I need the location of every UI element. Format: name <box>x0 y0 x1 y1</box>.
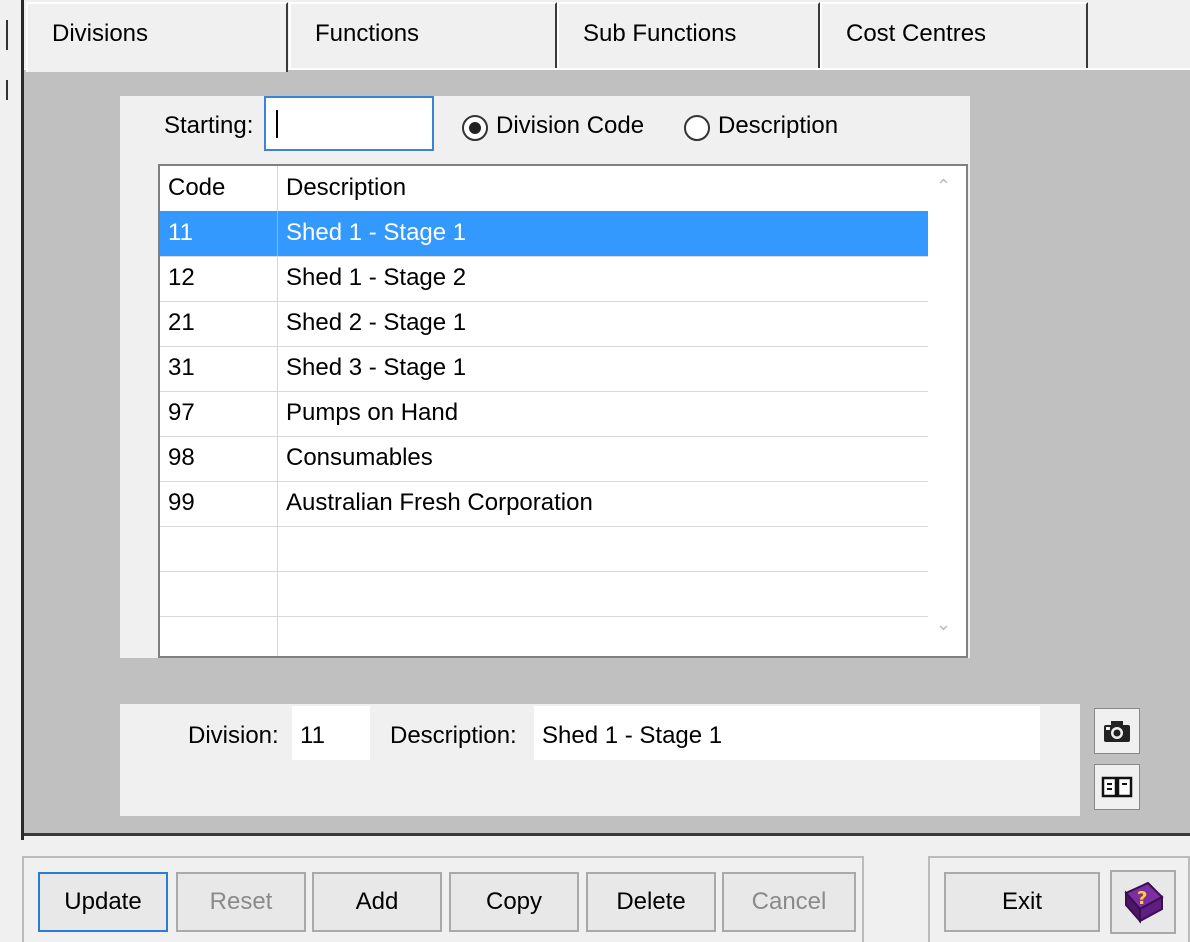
reset-button[interactable]: Reset <box>176 872 306 932</box>
tab-cost-centres[interactable]: Cost Centres <box>820 2 1088 68</box>
cell-code: 99 <box>160 481 278 526</box>
help-book-icon: ? <box>1124 881 1164 924</box>
scroll-up-arrow-icon[interactable]: ⌃ <box>936 176 951 197</box>
division-code-radio-label[interactable]: Division Code <box>496 112 644 140</box>
column-header-code[interactable]: Code <box>160 166 278 211</box>
book-icon <box>1101 776 1133 798</box>
table-row-empty[interactable] <box>160 571 928 617</box>
delete-button[interactable]: Delete <box>586 872 716 932</box>
scroll-down-arrow-icon[interactable]: ⌄ <box>936 614 951 635</box>
table-row[interactable]: 12 Shed 1 - Stage 2 <box>160 256 928 302</box>
cell-code: 97 <box>160 391 278 436</box>
description-radio-label[interactable]: Description <box>718 112 838 140</box>
cell-description <box>278 526 928 571</box>
cell-description: Shed 2 - Stage 1 <box>286 309 467 336</box>
cell-description <box>278 616 928 656</box>
cell-code: 12 <box>160 256 278 301</box>
division-label: Division: <box>188 722 279 749</box>
vertical-scrollbar[interactable] <box>930 166 966 656</box>
table-row[interactable]: 31 Shed 3 - Stage 1 <box>160 346 928 392</box>
cancel-button[interactable]: Cancel <box>722 872 856 932</box>
starting-label: Starting: <box>164 112 254 139</box>
column-header-description[interactable]: Description <box>278 166 928 211</box>
cell-code <box>160 571 278 616</box>
table-row[interactable]: 98 Consumables <box>160 436 928 482</box>
tab-divisions[interactable]: Divisions <box>26 2 288 72</box>
cell-code: 98 <box>160 436 278 481</box>
copy-button[interactable]: Copy <box>449 872 579 932</box>
table-row-empty[interactable] <box>160 526 928 572</box>
division-field[interactable]: 11 <box>292 706 370 760</box>
cell-description: Pumps on Hand <box>286 399 459 426</box>
starting-search-input[interactable] <box>264 96 434 151</box>
svg-text:?: ? <box>1137 888 1147 909</box>
table-header-row: Code Description <box>160 166 928 212</box>
cell-code: 31 <box>160 346 278 391</box>
exit-button[interactable]: Exit <box>944 872 1100 932</box>
cell-code <box>160 616 278 656</box>
table-row[interactable]: 99 Australian Fresh Corporation <box>160 481 928 527</box>
camera-button[interactable] <box>1094 708 1140 754</box>
cell-code: 11 <box>160 211 278 256</box>
cell-description: Shed 1 - Stage 1 <box>286 219 467 246</box>
table-row-empty[interactable] <box>160 616 928 656</box>
description-radio[interactable] <box>684 115 710 141</box>
text-caret <box>276 110 278 138</box>
cell-description: Consumables <box>286 444 433 471</box>
table-row[interactable]: 97 Pumps on Hand <box>160 391 928 437</box>
help-button[interactable]: ? <box>1110 870 1176 934</box>
cell-code <box>160 526 278 571</box>
table-row[interactable]: 11 Shed 1 - Stage 1 <box>160 211 928 257</box>
camera-icon <box>1104 721 1130 742</box>
cell-description: Shed 3 - Stage 1 <box>286 354 467 381</box>
window-edge-mark <box>6 80 8 100</box>
cell-code: 21 <box>160 301 278 346</box>
cell-description: Shed 1 - Stage 2 <box>286 264 467 291</box>
window-left-edge <box>0 0 24 840</box>
window-edge-mark <box>6 20 8 50</box>
book-button[interactable] <box>1094 764 1140 810</box>
cell-description: Australian Fresh Corporation <box>286 489 593 516</box>
table-row[interactable]: 21 Shed 2 - Stage 1 <box>160 301 928 347</box>
add-button[interactable]: Add <box>312 872 442 932</box>
description-label: Description: <box>390 722 517 749</box>
tab-functions[interactable]: Functions <box>289 2 557 68</box>
description-field[interactable]: Shed 1 - Stage 1 <box>534 706 1040 760</box>
update-button[interactable]: Update <box>38 872 168 932</box>
cell-description <box>278 571 928 616</box>
tab-sub-functions[interactable]: Sub Functions <box>557 2 820 68</box>
divisions-table[interactable]: Code Description 11 Shed 1 - Stage 1 12 … <box>158 164 968 658</box>
division-code-radio[interactable] <box>462 115 488 141</box>
